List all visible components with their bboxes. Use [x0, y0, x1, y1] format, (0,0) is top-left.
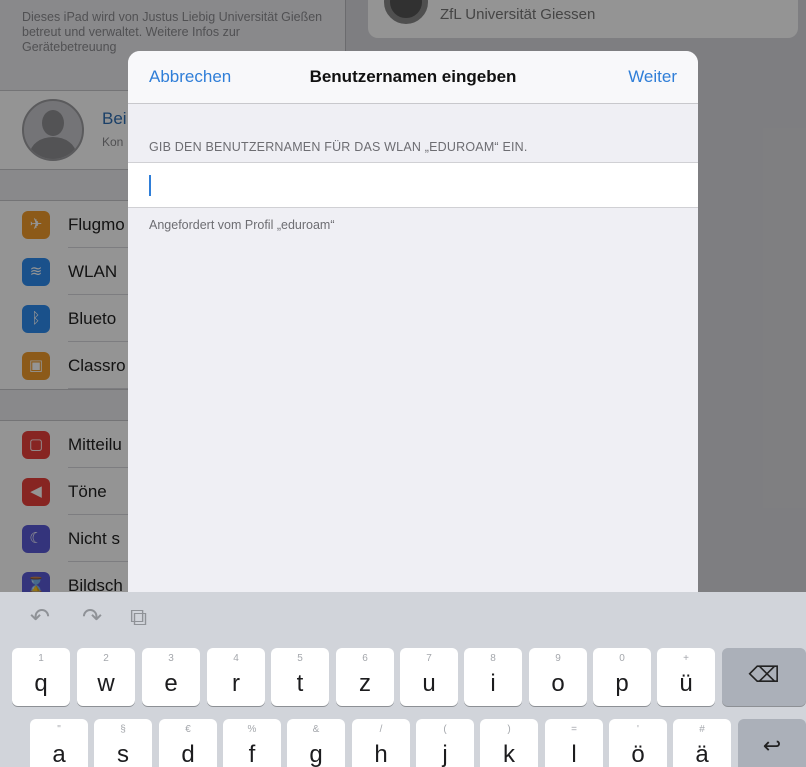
key-j[interactable]: (j	[416, 719, 474, 767]
key-t[interactable]: 5t	[271, 648, 329, 706]
key-hint: +	[683, 653, 689, 664]
key-hint: %	[247, 724, 257, 735]
key-label: u	[422, 670, 436, 697]
key-l[interactable]: = l	[545, 719, 603, 767]
key-label: d	[181, 741, 195, 767]
key-label: z	[359, 670, 371, 697]
key-ä[interactable]: # ä	[673, 719, 731, 767]
key-hint: €	[185, 724, 191, 735]
key-label: i	[490, 670, 496, 697]
undo-icon[interactable]: ↶	[30, 606, 50, 630]
key-z[interactable]: 6z	[336, 648, 394, 706]
key-label: q	[34, 670, 48, 697]
key-label: ↩	[762, 733, 782, 758]
delete-key[interactable]: ⌫	[722, 648, 806, 706]
key-hint: 2	[103, 653, 109, 664]
field-section-header: GIB DEN BENUTZERNAMEN FÜR DAS WLAN „EDUR…	[149, 140, 528, 154]
key-hint: 1	[38, 653, 44, 664]
key-g[interactable]: & g	[287, 719, 345, 767]
next-button[interactable]: Weiter	[628, 67, 677, 87]
key-label: g	[309, 741, 323, 767]
key-u[interactable]: 7u	[400, 648, 458, 706]
key-p[interactable]: 0p	[593, 648, 651, 706]
field-section-footer: Angefordert vom Profil „eduroam“	[149, 218, 335, 232]
key-hint: 5	[297, 653, 303, 664]
key-hint: "	[57, 724, 61, 735]
paste-icon[interactable]: ⧉	[130, 606, 147, 630]
key-hint: 6	[362, 653, 368, 664]
key-hint: 7	[426, 653, 432, 664]
key-hint: /	[379, 724, 383, 735]
key-d[interactable]: € d	[159, 719, 217, 767]
key-f[interactable]: % f	[223, 719, 281, 767]
key-hint: =	[571, 724, 577, 735]
key-k[interactable]: ) k	[480, 719, 538, 767]
key-ü[interactable]: + ü	[657, 648, 715, 706]
modal-title: Benutzernamen eingeben	[309, 67, 517, 86]
key-label: ü	[679, 670, 693, 697]
modal-nav-bar: Abbrechen Benutzernamen eingeben Weiter	[128, 51, 698, 104]
key-label: k	[503, 741, 515, 767]
key-hint: (	[443, 724, 447, 735]
key-label: h	[374, 741, 388, 767]
key-q[interactable]: 1q	[12, 648, 70, 706]
key-hint: 9	[555, 653, 561, 664]
key-hint: §	[120, 724, 126, 735]
key-label: p	[615, 670, 629, 697]
return-key[interactable]: ↩	[738, 719, 806, 767]
key-label: o	[551, 670, 565, 697]
key-s[interactable]: § s	[94, 719, 152, 767]
key-label: a	[52, 741, 66, 767]
key-r[interactable]: 4r	[207, 648, 265, 706]
redo-icon[interactable]: ↷	[82, 606, 102, 630]
key-hint: #	[699, 724, 705, 735]
username-field-row[interactable]	[128, 162, 698, 208]
key-h[interactable]: / h	[352, 719, 410, 767]
key-label: ö	[631, 741, 645, 767]
key-hint: )	[507, 724, 511, 735]
key-hint: 8	[490, 653, 496, 664]
key-label: t	[296, 670, 304, 697]
username-input[interactable]	[149, 171, 679, 199]
key-o[interactable]: 9o	[529, 648, 587, 706]
key-label: s	[117, 741, 129, 767]
key-ö[interactable]: ' ö	[609, 719, 667, 767]
key-label: e	[164, 670, 178, 697]
key-e[interactable]: 3e	[142, 648, 200, 706]
key-label: j	[442, 741, 448, 767]
key-w[interactable]: 2w	[77, 648, 135, 706]
key-label: l	[571, 741, 577, 767]
key-hint: 4	[233, 653, 239, 664]
key-label: w	[97, 670, 115, 697]
key-label: ä	[695, 741, 709, 767]
key-a[interactable]: " a	[30, 719, 88, 767]
key-hint: '	[637, 724, 639, 735]
key-hint: 3	[168, 653, 174, 664]
key-label: f	[248, 741, 256, 767]
onscreen-keyboard: ↶ ↷ ⧉ 1 q 2 w 3 e 4 r 5 t 6 z 7 u 8 i 9 o 0 p + ü ⌫ " a § s € d% f & g / h(…	[0, 592, 806, 767]
username-modal: Abbrechen Benutzernamen eingeben Weiter …	[128, 51, 698, 592]
key-hint: 0	[619, 653, 625, 664]
key-label: r	[232, 670, 240, 697]
key-i[interactable]: 8i	[464, 648, 522, 706]
key-label: ⌫	[748, 662, 780, 687]
key-hint: &	[312, 724, 320, 735]
